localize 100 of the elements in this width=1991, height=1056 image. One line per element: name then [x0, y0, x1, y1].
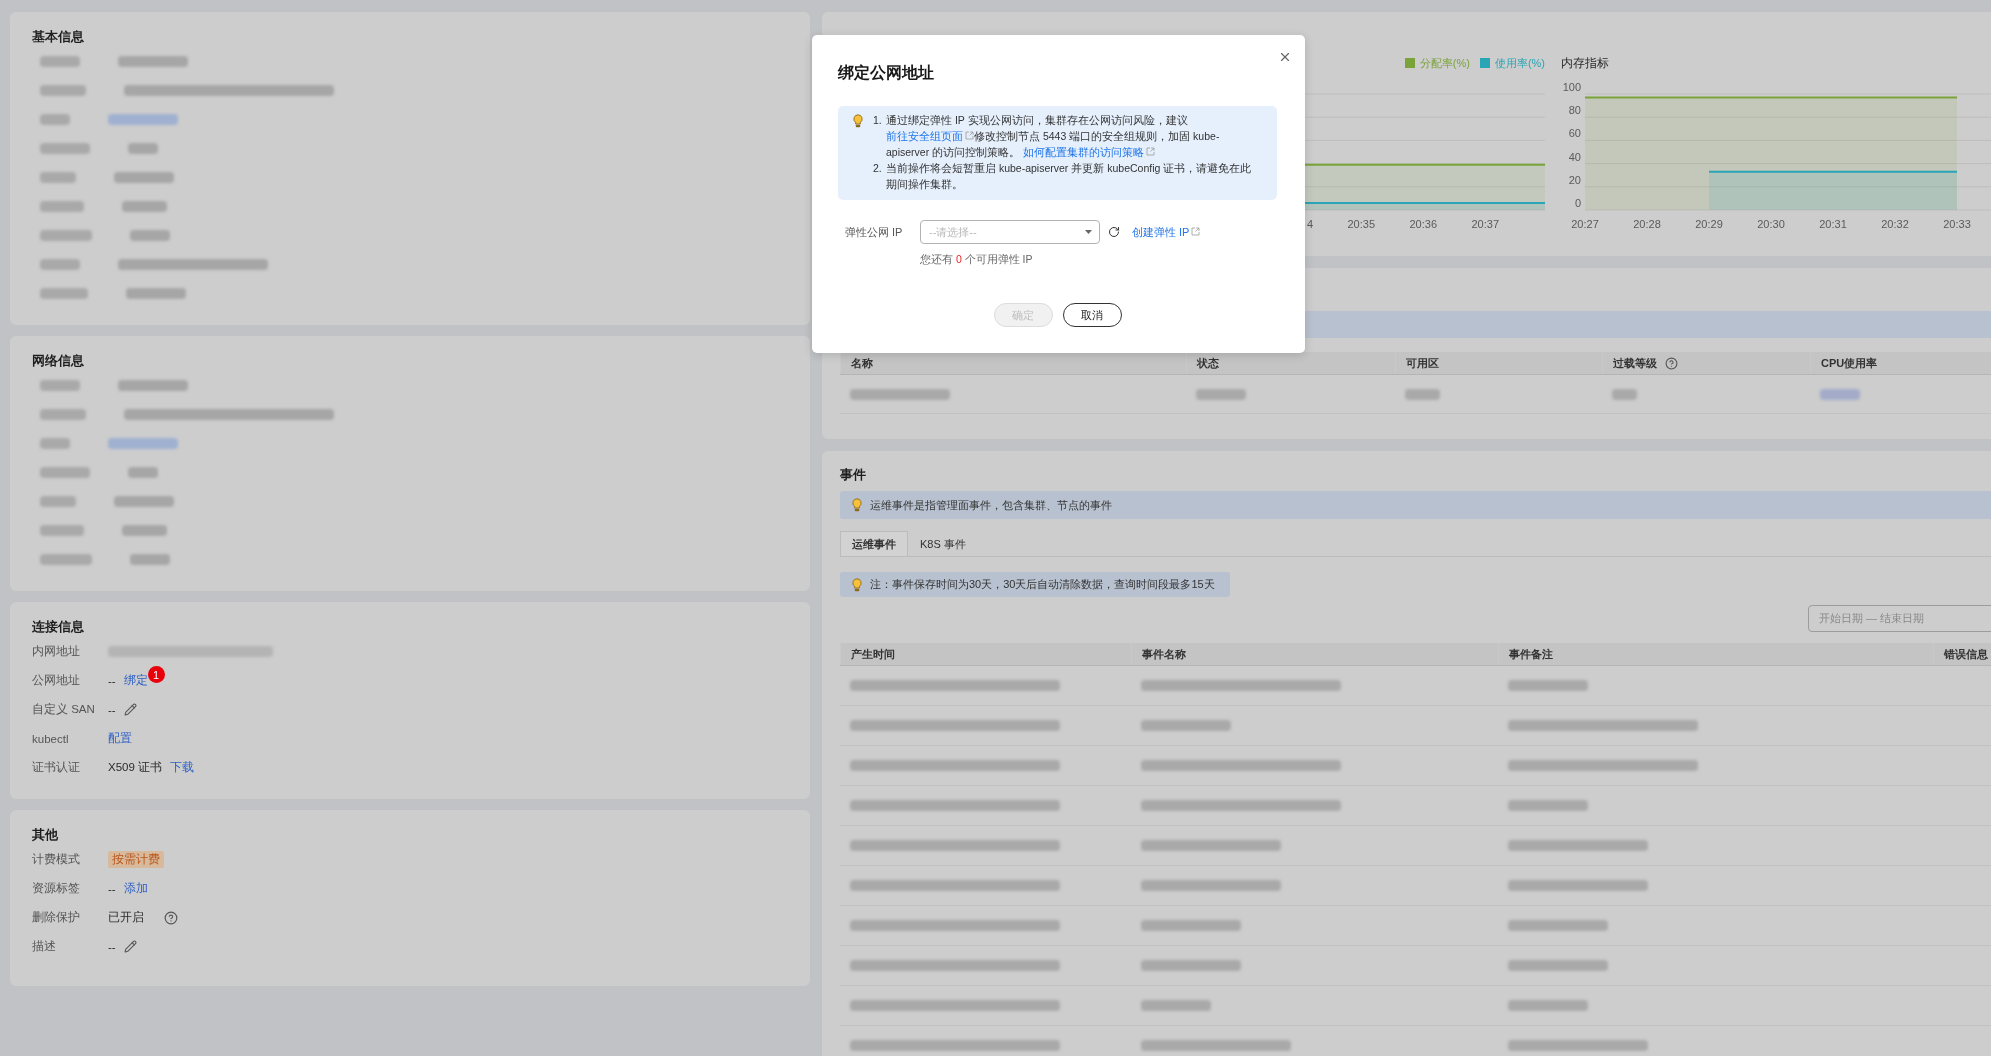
redacted-text: [40, 114, 70, 125]
column-title: 状态: [1197, 355, 1219, 371]
tab[interactable]: 运维事件: [840, 531, 908, 556]
column-title: 过载等级: [1613, 355, 1657, 371]
edit-icon[interactable]: [123, 703, 137, 716]
redacted-text: [128, 467, 158, 478]
close-button[interactable]: [1278, 50, 1292, 64]
help-icon[interactable]: [1665, 356, 1678, 370]
field-value: --: [108, 940, 116, 953]
field-value: --: [108, 703, 116, 716]
lightbulb-icon: [853, 114, 863, 128]
list-number: 1.: [873, 113, 883, 128]
field-label: 描述: [32, 939, 57, 954]
redacted-text: [40, 438, 70, 449]
card-title: 基本信息: [32, 28, 85, 46]
billing-tag: 按需计费: [108, 851, 164, 868]
redacted-text: [126, 288, 186, 299]
column-header: 事件备注: [1498, 643, 1933, 665]
field-value: --: [108, 882, 116, 895]
column-header: 错误信息: [1933, 643, 1991, 665]
axis-label: 20:31: [1819, 218, 1847, 230]
link[interactable]: 添加: [123, 881, 148, 896]
redacted-text: [122, 201, 167, 212]
redacted-text: [1820, 388, 1860, 400]
select-field[interactable]: --请选择--: [920, 220, 1100, 244]
notice-text: 当前操作将会短暂重启 kube-apiserver 并更新 kubeConfig 证书，请避免在此期间操作集群。: [886, 161, 1253, 192]
lightbulb-icon: [852, 498, 862, 512]
link[interactable]: 创建弹性 IP: [1132, 224, 1201, 240]
redacted-text: [40, 143, 90, 154]
redacted-text: [1196, 388, 1246, 400]
axis-label: 20:29: [1695, 218, 1723, 230]
chart-title: 内存指标: [1561, 54, 1609, 72]
redacted-text: [40, 85, 86, 96]
notice-text: 通过绑定弹性 IP 实现公网访问，集群存在公网访问风险，建议 前往安全组页面 修改控制节点 5443 端口的安全组规则，加固 kube-apiserver 的访问控制策略。 如何配置集群的访问策略: [886, 113, 1221, 160]
column-title: 名称: [851, 355, 873, 371]
refresh-icon[interactable]: [1108, 226, 1120, 238]
list-number: 2.: [873, 161, 883, 176]
external-link-icon: [1191, 226, 1201, 236]
field-label: 计费模式: [32, 852, 81, 867]
redacted-text: [40, 525, 84, 536]
axis-label: 20:35: [1347, 218, 1375, 230]
card-title: 其他: [32, 826, 59, 844]
field-value: 已开启: [108, 910, 144, 925]
field-value: --: [108, 674, 116, 687]
date-range-field[interactable]: 开始日期 — 结束日期: [1808, 605, 1991, 632]
redacted-text: [40, 201, 84, 212]
link[interactable]: 配置: [108, 731, 132, 746]
card-title: 事件: [840, 466, 867, 484]
axis-label: 20:36: [1409, 218, 1437, 230]
redacted-text: [40, 554, 92, 565]
edit-icon[interactable]: [123, 940, 137, 953]
axis-tick: 100: [1562, 81, 1581, 93]
link[interactable]: 下载: [170, 760, 195, 775]
redacted-text: [40, 259, 80, 270]
dialog-title: 绑定公网地址: [838, 63, 935, 83]
link[interactable]: 绑定: [123, 673, 148, 688]
redacted-text: [128, 143, 158, 154]
notice-text: 运维事件是指管理面事件，包含集群、节点的事件: [870, 497, 1112, 513]
axis-label: 20:27: [1571, 218, 1599, 230]
field-label: 公网地址: [32, 673, 81, 688]
link[interactable]: 如何配置集群的访问策略: [1023, 146, 1156, 158]
column-header: 事件名称: [1131, 643, 1498, 665]
notification-badge: 1: [147, 666, 165, 683]
legend-item: 使用率(%): [1479, 55, 1545, 71]
redacted-text: [1612, 388, 1637, 400]
external-link-icon: [965, 131, 974, 140]
redacted-text: [130, 554, 170, 565]
caret-icon: [1085, 230, 1092, 234]
axis-tick: 40: [1568, 150, 1581, 163]
cancel-button[interactable]: 取消: [1062, 303, 1122, 327]
field-label: 删除保护: [32, 910, 81, 925]
redacted-text: [122, 525, 167, 536]
notice-text: 注：事件保存时间为30天，30天后自动清除数据，查询时间段最多15天: [870, 577, 1215, 592]
axis-tick: 80: [1568, 104, 1581, 117]
redacted-text: [130, 230, 170, 241]
redacted-text: [118, 56, 188, 67]
axis-label: 20:32: [1881, 218, 1909, 230]
redacted-text: [114, 496, 174, 507]
axis-label: 20:28: [1633, 218, 1661, 230]
redacted-text: [118, 380, 188, 391]
field-label: kubectl: [32, 732, 70, 745]
link[interactable]: 前往安全组页面: [886, 130, 974, 142]
field-value: X509 证书: [108, 760, 163, 775]
lightbulb-icon: [852, 577, 862, 592]
field-label: 内网地址: [32, 644, 81, 659]
tab[interactable]: K8S 事件: [908, 531, 978, 556]
help-icon[interactable]: [164, 910, 178, 925]
redacted-text: [40, 230, 92, 241]
redacted-text: [108, 114, 178, 125]
redacted-text: [40, 467, 90, 478]
redacted-text: [114, 172, 174, 183]
axis-tick: 60: [1568, 127, 1581, 140]
card-title: 连接信息: [32, 618, 85, 636]
column-title: CPU使用率: [1821, 355, 1878, 371]
field-label: 弹性公网 IP: [844, 224, 904, 240]
hint-text: 您还有 0 个可用弹性 IP: [920, 253, 1034, 267]
redacted-text: [1141, 1000, 1211, 1011]
axis-tick: 20: [1568, 173, 1581, 186]
external-link-icon: [1146, 147, 1156, 156]
axis-label: 4: [1306, 218, 1313, 230]
